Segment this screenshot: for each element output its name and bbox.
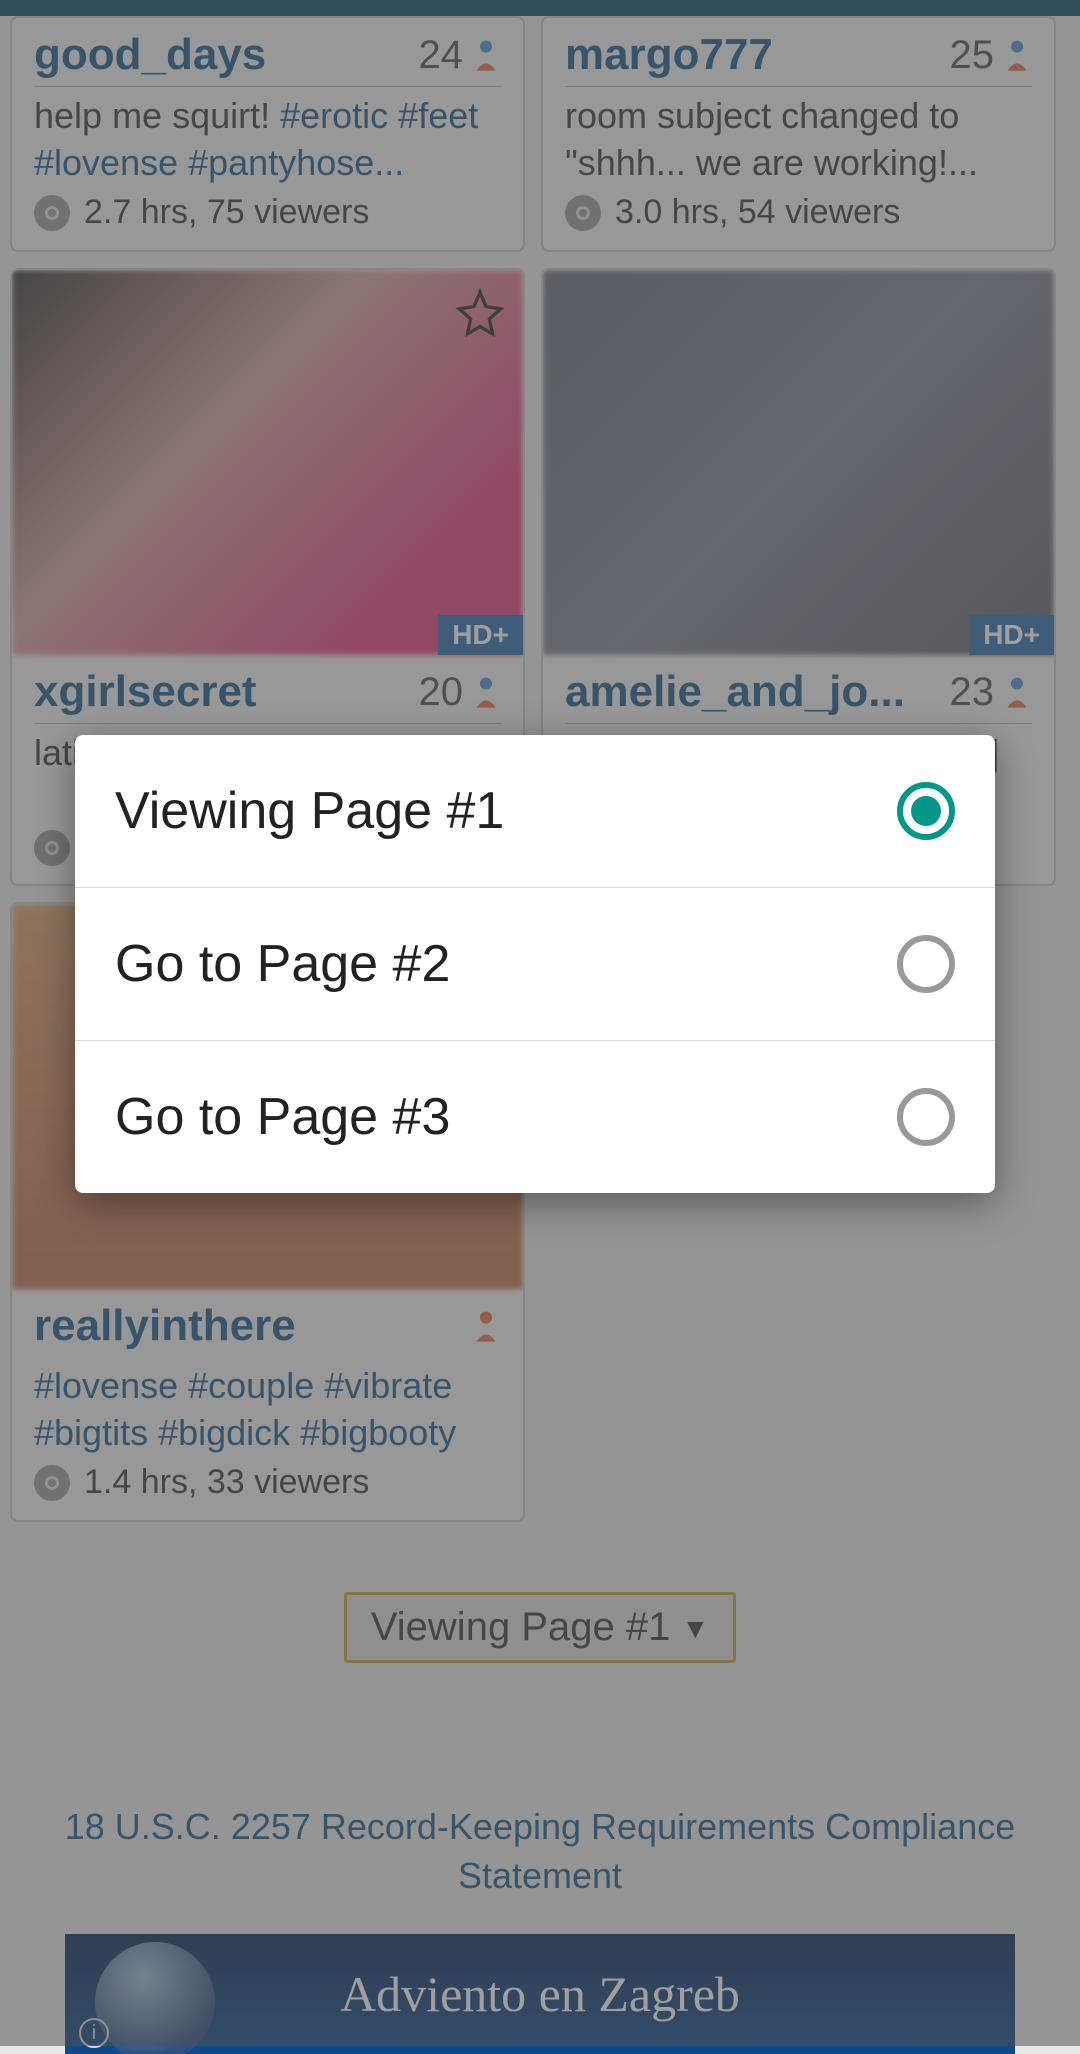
page-option-3[interactable]: Go to Page #3 [75, 1041, 995, 1193]
page-select-dialog: Viewing Page #1 Go to Page #2 Go to Page… [75, 735, 995, 1193]
radio-icon[interactable] [897, 935, 955, 993]
option-label: Go to Page #3 [115, 1087, 450, 1147]
option-label: Go to Page #2 [115, 934, 450, 994]
page-option-1[interactable]: Viewing Page #1 [75, 735, 995, 888]
modal-overlay[interactable]: Viewing Page #1 Go to Page #2 Go to Page… [0, 0, 1080, 2046]
option-label: Viewing Page #1 [115, 781, 504, 841]
radio-icon[interactable] [897, 1088, 955, 1146]
page-option-2[interactable]: Go to Page #2 [75, 888, 995, 1041]
radio-selected-icon[interactable] [897, 782, 955, 840]
